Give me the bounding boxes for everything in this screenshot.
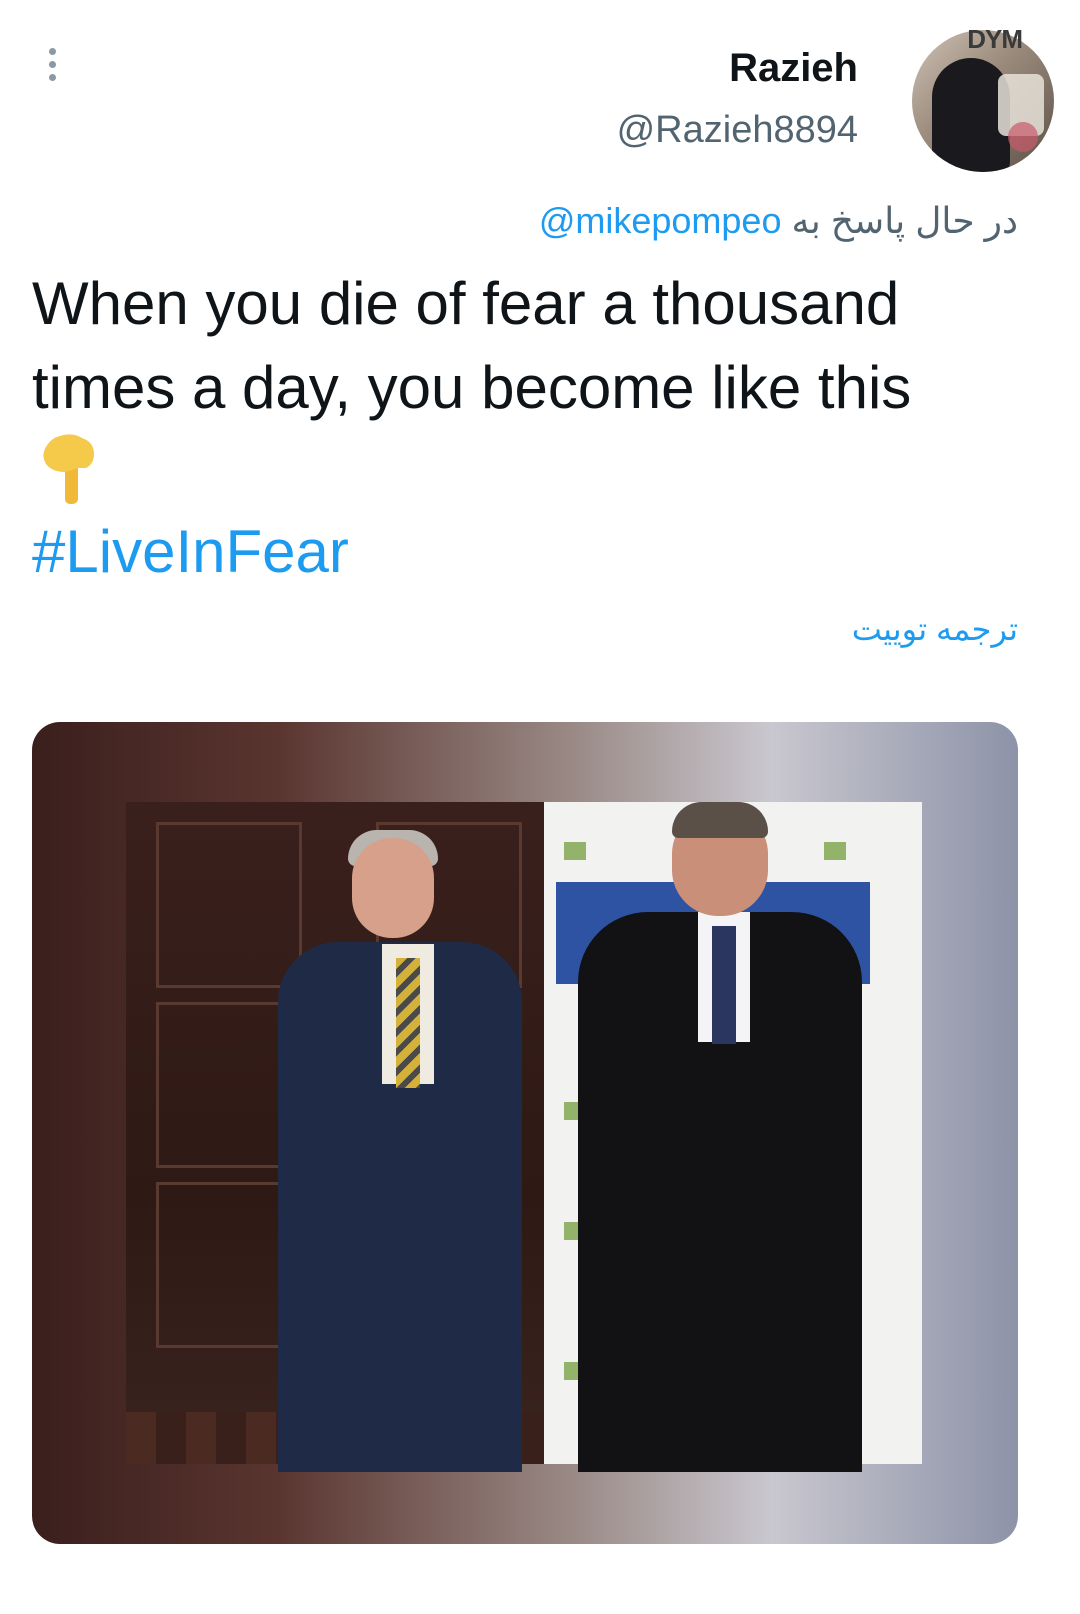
reply-mention-link[interactable]: @mikepompeo: [539, 200, 782, 241]
hashtag-link[interactable]: #LiveInFear: [32, 512, 349, 592]
translate-tweet-link[interactable]: ترجمه توییت: [852, 606, 1018, 652]
more-dot-icon: [48, 61, 56, 68]
avatar-flowers: [1008, 122, 1038, 152]
watermark-logo: DYM: [967, 24, 1023, 54]
tweet-media-photo[interactable]: [32, 722, 1018, 1544]
tweet-text: When you die of fear a thousand times a …: [32, 270, 912, 421]
pointing-down-hand-icon: [43, 434, 94, 504]
replying-to-label: در حال پاسخ به: [791, 200, 1018, 241]
author-handle[interactable]: @Razieh8894: [617, 102, 858, 158]
replying-to-line: در حال پاسخ به @mikepompeo: [539, 196, 1018, 246]
more-dot-icon: [48, 74, 56, 81]
more-dot-icon: [48, 48, 56, 55]
author-display-name[interactable]: Razieh: [617, 40, 858, 96]
photo-collage: [126, 802, 922, 1472]
more-options-button[interactable]: [40, 48, 64, 92]
tweet-header: Razieh @Razieh8894: [617, 40, 858, 158]
